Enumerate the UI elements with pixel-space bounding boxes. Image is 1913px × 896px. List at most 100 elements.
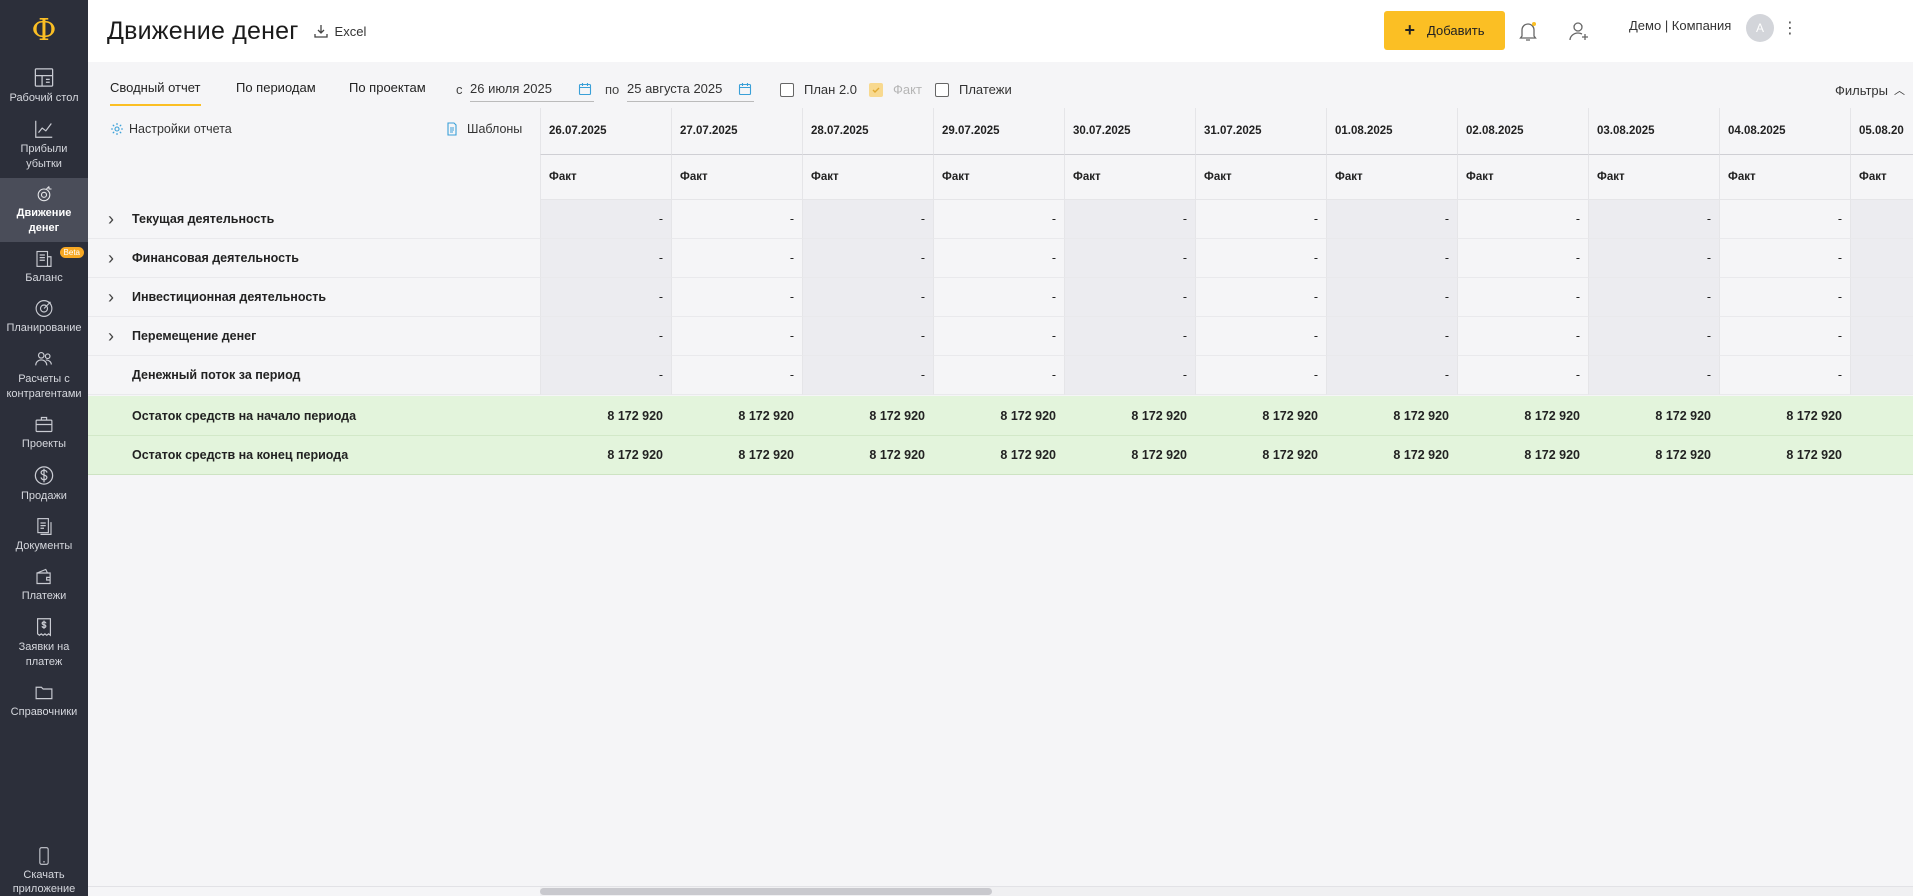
table-cell[interactable]: - — [1195, 239, 1326, 278]
report-settings-link[interactable]: Настройки отчета — [110, 122, 232, 136]
excel-export-button[interactable]: Excel — [313, 23, 366, 39]
table-cell[interactable]: 8 172 920 — [671, 435, 802, 474]
table-cell[interactable]: 8 172 920 — [540, 396, 671, 435]
table-cell[interactable]: - — [540, 317, 671, 356]
chevron-right-icon[interactable]: › — [108, 209, 122, 230]
chevron-right-icon[interactable]: › — [108, 287, 122, 308]
sidebar-item-contractors[interactable]: Расчеты с контрагентами — [0, 342, 88, 408]
tab-periods[interactable]: По периодам — [236, 80, 316, 106]
checkbox-box[interactable] — [780, 82, 794, 97]
row-label[interactable]: › Перемещение денег — [88, 317, 540, 356]
payments-checkbox[interactable]: Платежи — [935, 82, 1012, 97]
sidebar-item-projects[interactable]: Проекты — [0, 408, 88, 458]
table-cell[interactable]: - — [933, 278, 1064, 317]
table-cell[interactable]: - — [671, 317, 802, 356]
table-cell[interactable]: - — [1064, 278, 1195, 317]
table-cell[interactable]: - — [1588, 317, 1719, 356]
sidebar-item-cash-flow[interactable]: Движение денег — [0, 178, 88, 242]
download-app-link[interactable]: Скачать приложение — [0, 844, 88, 896]
table-cell[interactable]: - — [802, 278, 933, 317]
table-cell[interactable]: - — [1719, 356, 1850, 395]
table-cell[interactable]: - — [933, 356, 1064, 395]
table-cell[interactable]: - — [1719, 278, 1850, 317]
table-cell[interactable]: - — [933, 239, 1064, 278]
sidebar-item-dashboard[interactable]: Рабочий стол — [0, 60, 88, 112]
table-cell[interactable] — [1850, 317, 1913, 356]
table-cell[interactable]: 8 172 920 — [1719, 435, 1850, 474]
table-cell[interactable]: - — [1588, 278, 1719, 317]
table-cell[interactable]: - — [671, 239, 802, 278]
bell-icon[interactable] — [1516, 19, 1540, 43]
sidebar-item-profit[interactable]: Прибыли убытки — [0, 112, 88, 178]
table-cell[interactable]: - — [1064, 239, 1195, 278]
table-cell[interactable]: 8 — [1850, 435, 1913, 474]
table-cell[interactable]: 8 172 920 — [1195, 435, 1326, 474]
table-cell[interactable]: - — [1195, 200, 1326, 239]
table-cell[interactable]: - — [671, 278, 802, 317]
table-cell[interactable]: 8 172 920 — [1457, 435, 1588, 474]
table-cell[interactable]: - — [671, 200, 802, 239]
chevron-right-icon[interactable]: › — [108, 248, 122, 269]
sidebar-item-documents[interactable]: Документы — [0, 510, 88, 560]
tab-projects[interactable]: По проектам — [349, 80, 426, 106]
table-cell[interactable]: 8 172 920 — [1588, 435, 1719, 474]
table-cell[interactable]: - — [1326, 317, 1457, 356]
table-cell[interactable]: - — [1457, 317, 1588, 356]
table-cell[interactable]: - — [540, 239, 671, 278]
table-cell[interactable]: - — [671, 356, 802, 395]
user-add-icon[interactable] — [1567, 19, 1591, 43]
table-cell[interactable] — [1850, 278, 1913, 317]
table-cell[interactable]: 8 172 920 — [933, 435, 1064, 474]
sidebar-item-planning[interactable]: Планирование — [0, 292, 88, 342]
table-cell[interactable]: - — [1326, 356, 1457, 395]
checkbox-box[interactable] — [935, 82, 949, 97]
table-cell[interactable]: - — [1719, 317, 1850, 356]
table-cell[interactable]: - — [540, 278, 671, 317]
table-cell[interactable] — [1850, 239, 1913, 278]
horizontal-scrollbar[interactable] — [540, 886, 1913, 896]
table-cell[interactable]: 8 172 920 — [540, 435, 671, 474]
table-cell[interactable]: 8 172 920 — [1457, 396, 1588, 435]
table-cell[interactable]: - — [802, 356, 933, 395]
table-cell[interactable]: 8 172 920 — [671, 396, 802, 435]
table-cell[interactable] — [1850, 356, 1913, 395]
table-cell[interactable]: - — [802, 317, 933, 356]
account-name[interactable]: Демо | Компания — [1629, 18, 1731, 33]
sidebar-item-sales[interactable]: Продажи — [0, 458, 88, 510]
table-cell[interactable]: 8 172 920 — [1719, 396, 1850, 435]
table-cell[interactable]: - — [1326, 200, 1457, 239]
table-cell[interactable]: - — [1195, 278, 1326, 317]
table-cell[interactable]: - — [802, 200, 933, 239]
date-to-field[interactable]: 25 августа 2025 — [627, 78, 754, 102]
table-cell[interactable]: - — [1195, 356, 1326, 395]
table-cell[interactable]: - — [933, 317, 1064, 356]
table-cell[interactable]: - — [1588, 356, 1719, 395]
table-cell[interactable]: - — [1457, 356, 1588, 395]
chevron-right-icon[interactable]: › — [108, 326, 122, 347]
table-cell[interactable]: - — [1064, 317, 1195, 356]
table-cell[interactable]: - — [1457, 278, 1588, 317]
calendar-icon[interactable] — [578, 82, 592, 96]
table-cell[interactable]: - — [1588, 200, 1719, 239]
app-logo[interactable]: Ф — [0, 0, 88, 60]
table-cell[interactable]: - — [1326, 278, 1457, 317]
date-from-field[interactable]: 26 июля 2025 — [470, 78, 594, 102]
table-cell[interactable]: - — [1719, 200, 1850, 239]
table-cell[interactable]: 8 172 920 — [1195, 396, 1326, 435]
more-menu-icon[interactable]: ⋮ — [1782, 19, 1798, 39]
sidebar-item-references[interactable]: Справочники — [0, 676, 88, 726]
row-label[interactable]: › Текущая деятельность — [88, 200, 540, 239]
table-cell[interactable] — [1850, 200, 1913, 239]
table-cell[interactable]: - — [933, 200, 1064, 239]
table-cell[interactable]: - — [1064, 200, 1195, 239]
sidebar-item-payment-requests[interactable]: Заявки на платеж — [0, 610, 88, 676]
table-cell[interactable]: 8 172 920 — [933, 396, 1064, 435]
sidebar-item-payments[interactable]: Платежи — [0, 560, 88, 610]
table-cell[interactable]: - — [1588, 239, 1719, 278]
filters-toggle[interactable]: Фильтры ︿ — [1835, 82, 1905, 98]
table-cell[interactable]: 8 172 920 — [802, 435, 933, 474]
row-label[interactable]: › Инвестиционная деятельность — [88, 278, 540, 317]
table-cell[interactable]: - — [540, 356, 671, 395]
plan-checkbox[interactable]: План 2.0 — [780, 82, 857, 97]
table-cell[interactable]: - — [1195, 317, 1326, 356]
